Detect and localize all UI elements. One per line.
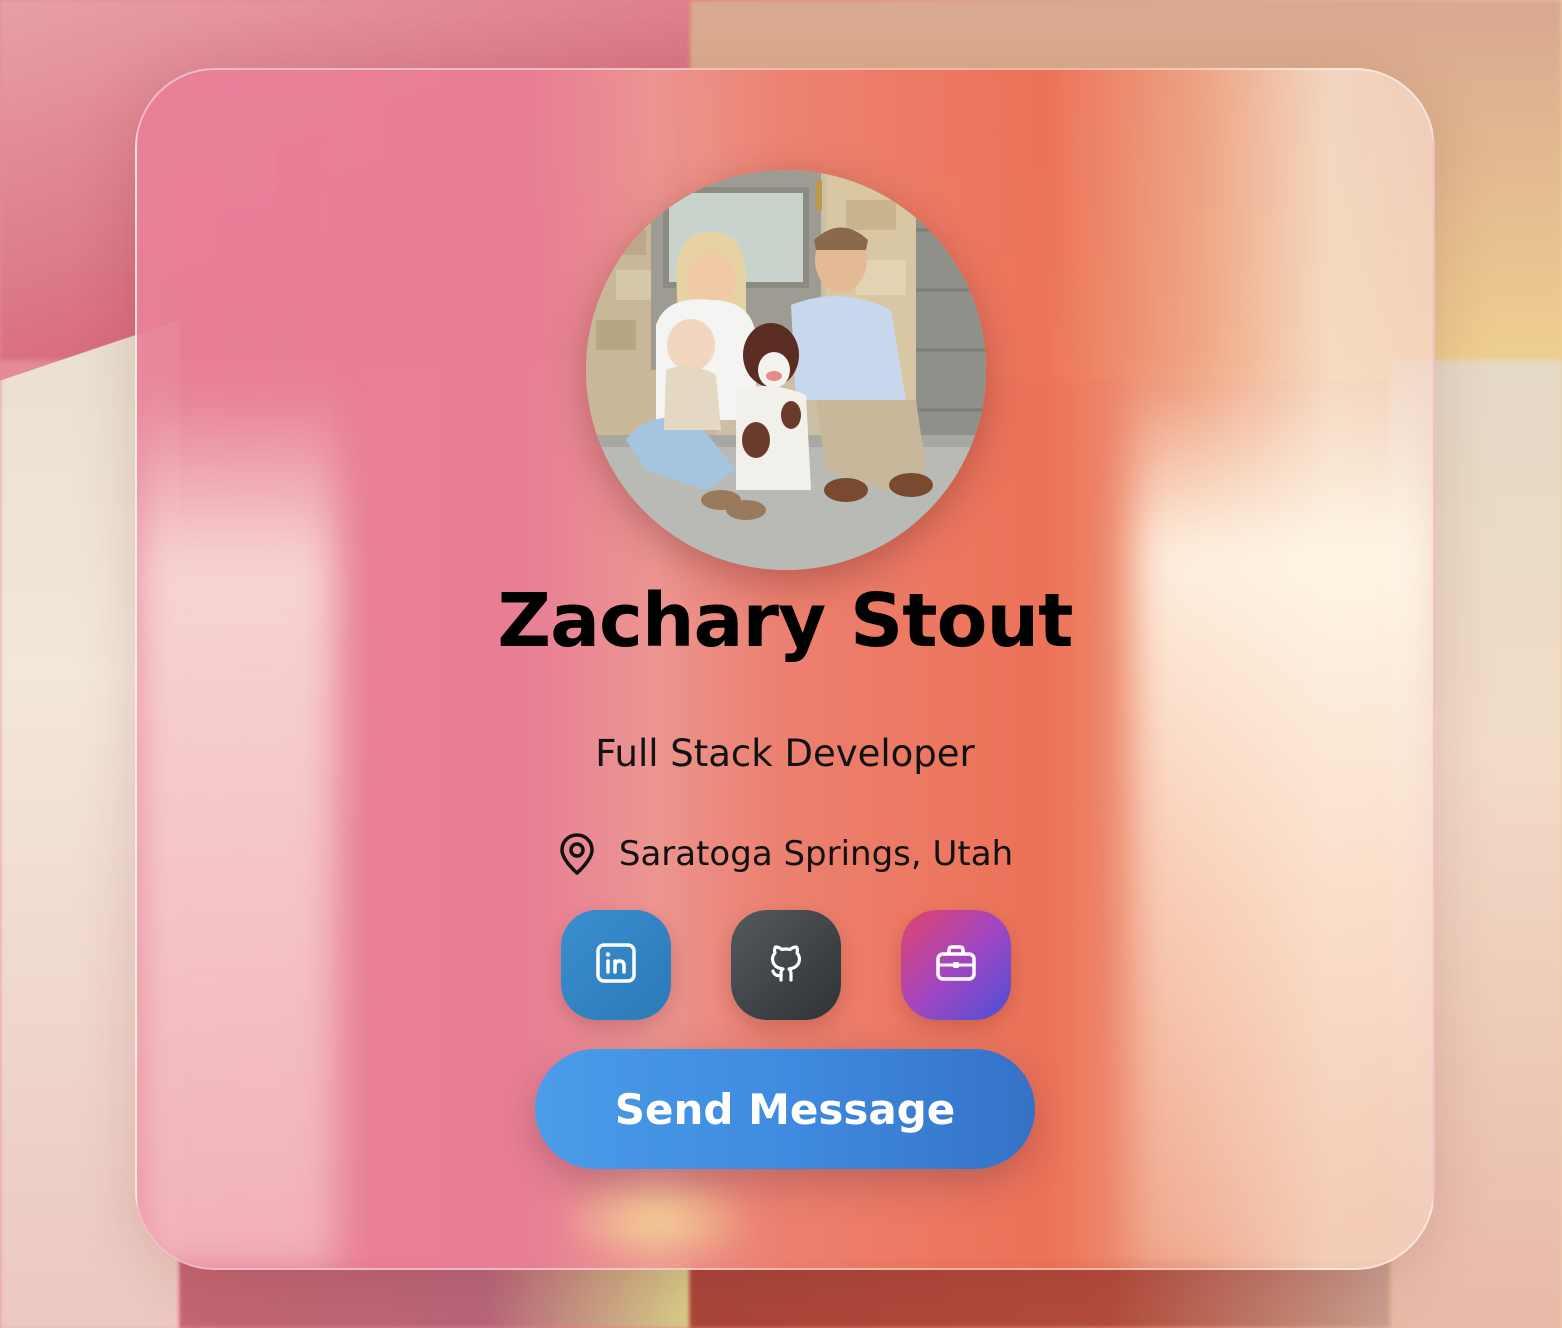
profile-location: Saratoga Springs, Utah bbox=[137, 832, 1433, 876]
profile-name: Zachary Stout bbox=[497, 578, 1073, 664]
portfolio-button[interactable] bbox=[901, 910, 1011, 1020]
location-text: Saratoga Springs, Utah bbox=[618, 834, 1014, 874]
linkedin-button[interactable] bbox=[561, 910, 671, 1020]
background-shape bbox=[690, 1260, 1390, 1328]
profile-role: Full Stack Developer bbox=[595, 732, 975, 775]
github-icon bbox=[764, 941, 808, 989]
send-message-button[interactable]: Send Message bbox=[535, 1049, 1035, 1169]
github-button[interactable] bbox=[731, 910, 841, 1020]
background-shape bbox=[180, 1260, 690, 1328]
profile-card: Zachary Stout Full Stack Developer Sarat… bbox=[135, 68, 1435, 1270]
page-background: Zachary Stout Full Stack Developer Sarat… bbox=[0, 0, 1562, 1328]
avatar bbox=[586, 170, 986, 570]
briefcase-icon bbox=[934, 941, 978, 989]
linkedin-icon bbox=[594, 941, 638, 989]
map-pin-icon bbox=[557, 832, 597, 876]
social-links bbox=[561, 910, 1011, 1020]
